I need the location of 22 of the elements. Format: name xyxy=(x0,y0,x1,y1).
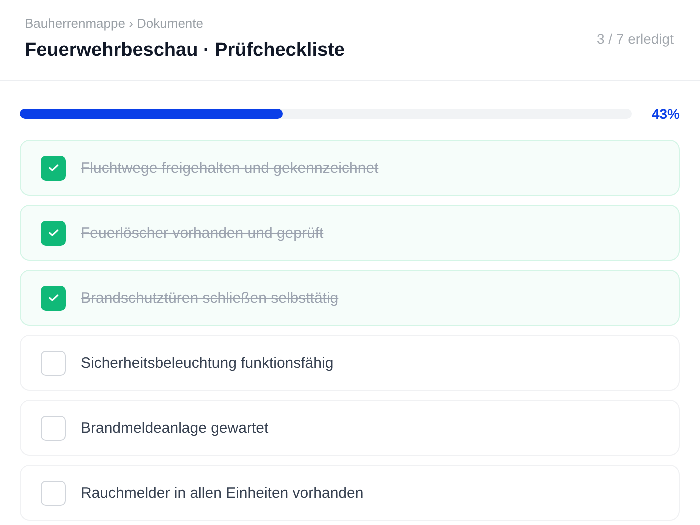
checkbox[interactable] xyxy=(41,350,66,376)
checkbox[interactable] xyxy=(41,220,66,246)
progress-percentage: 43% xyxy=(650,106,680,122)
page-title: Feuerwehrbeschau · Prüfcheckliste xyxy=(25,40,345,62)
checkbox[interactable] xyxy=(41,286,66,310)
checkmark-icon xyxy=(48,293,60,303)
checklist-item[interactable]: Rauchmelder in allen Einheiten vorhanden xyxy=(20,465,680,521)
checkmark-icon xyxy=(48,228,60,238)
completion-counter: 3 / 7 erledigt xyxy=(596,31,674,47)
checklist-item[interactable]: Brandmeldeanlage gewartet xyxy=(20,400,680,456)
checkbox[interactable] xyxy=(41,480,66,506)
checkmark-icon xyxy=(48,163,60,173)
breadcrumb: Bauherrenmappe › Dokumente xyxy=(25,16,204,31)
checklist-item-label: Brandmeldeanlage gewartet xyxy=(81,420,269,436)
checklist-item-label: Sicherheitsbeleuchtung funktionsfähig xyxy=(81,354,334,372)
checklist-item-label: Feuerlöscher vorhanden und geprüft xyxy=(81,224,324,242)
checklist-item-label: Rauchmelder in allen Einheiten vorhanden xyxy=(81,484,364,502)
checklist-item-label: Brandschutztüren schließen selbsttätig xyxy=(81,290,339,306)
checklist-item-label: Fluchtwege freigehalten und gekennzeichnet xyxy=(81,160,379,176)
checklist-item[interactable]: Sicherheitsbeleuchtung funktionsfähig xyxy=(20,335,680,391)
checkbox[interactable] xyxy=(41,416,66,440)
checkbox[interactable] xyxy=(41,156,66,180)
